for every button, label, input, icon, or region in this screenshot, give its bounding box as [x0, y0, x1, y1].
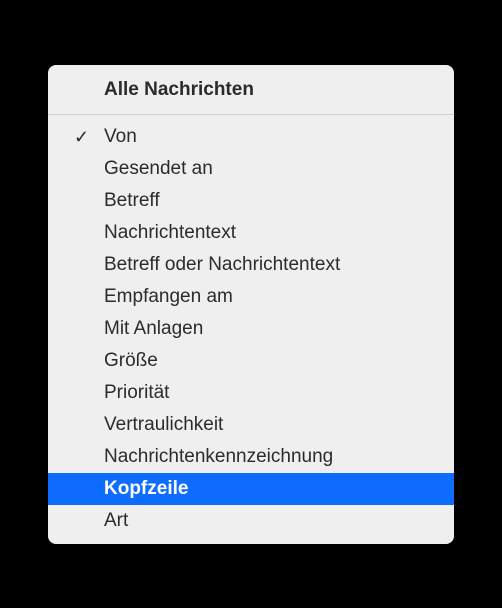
menu-item-label: Größe [104, 350, 158, 372]
menu-item-empfangen-am[interactable]: Empfangen am [48, 281, 454, 313]
checkmark-icon: ✓ [74, 128, 104, 146]
menu-item-label: Kopfzeile [104, 478, 188, 500]
menu-item-vertraulichkeit[interactable]: Vertraulichkeit [48, 409, 454, 441]
menu-item-betreff[interactable]: Betreff [48, 185, 454, 217]
menu-item-art[interactable]: Art [48, 505, 454, 537]
menu-item-betreff-oder-nachrichtentext[interactable]: Betreff oder Nachrichtentext [48, 249, 454, 281]
menu-item-label: Empfangen am [104, 286, 233, 308]
menu-item-label: Betreff oder Nachrichtentext [104, 254, 340, 276]
menu-item-label: Von [104, 126, 137, 148]
menu-item-kopfzeile[interactable]: Kopfzeile [48, 473, 454, 505]
menu-item-prioritaet[interactable]: Priorität [48, 377, 454, 409]
menu-item-label: Gesendet an [104, 158, 213, 180]
menu-item-mit-anlagen[interactable]: Mit Anlagen [48, 313, 454, 345]
menu-item-label: Nachrichtentext [104, 222, 236, 244]
menu-header-label: Alle Nachrichten [104, 79, 254, 100]
menu-item-label: Vertraulichkeit [104, 414, 223, 436]
menu-item-groesse[interactable]: Größe [48, 345, 454, 377]
menu-item-label: Nachrichtenkennzeichnung [104, 446, 333, 468]
menu-item-nachrichtenkennzeichnung[interactable]: Nachrichtenkennzeichnung [48, 441, 454, 473]
menu-header[interactable]: Alle Nachrichten [48, 65, 454, 114]
menu-item-label: Betreff [104, 190, 160, 212]
menu-item-label: Mit Anlagen [104, 318, 203, 340]
menu-item-gesendet-an[interactable]: Gesendet an [48, 153, 454, 185]
dropdown-menu: Alle Nachrichten ✓ Von Gesendet an Betre… [48, 65, 454, 544]
menu-item-von[interactable]: ✓ Von [48, 121, 454, 153]
menu-item-label: Art [104, 510, 128, 532]
menu-items: ✓ Von Gesendet an Betreff Nachrichtentex… [48, 115, 454, 537]
menu-item-label: Priorität [104, 382, 169, 404]
menu-item-nachrichtentext[interactable]: Nachrichtentext [48, 217, 454, 249]
